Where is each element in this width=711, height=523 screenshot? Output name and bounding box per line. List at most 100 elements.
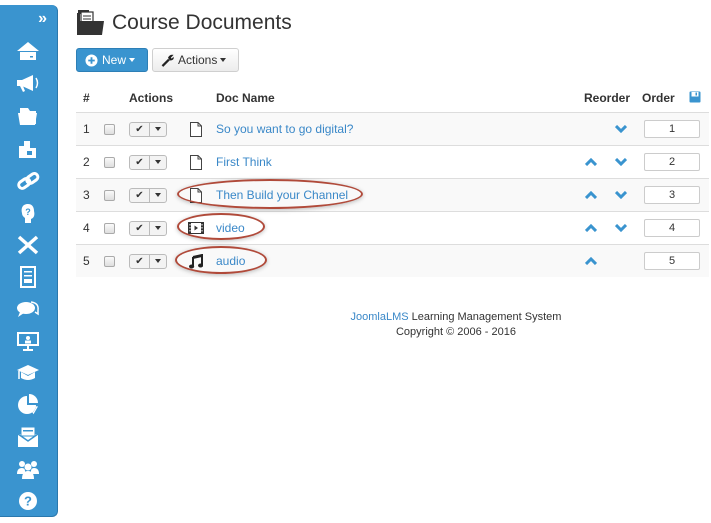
caret-down-icon — [155, 226, 161, 230]
row-select-checkbox[interactable] — [104, 123, 115, 135]
footer: JoomlaLMS Learning Management System Cop… — [300, 310, 612, 340]
mail-icon — [17, 426, 39, 447]
music-note-icon — [189, 253, 203, 268]
move-up-button[interactable] — [585, 212, 597, 244]
row-number: 4 — [83, 221, 90, 235]
document-icon — [190, 187, 202, 203]
doc-name-link[interactable]: First Think — [216, 155, 272, 169]
save-order-icon[interactable] — [689, 91, 701, 103]
column-header-doc-name[interactable]: Doc Name — [216, 91, 275, 105]
column-header-number: # — [83, 91, 90, 105]
sidebar-item-help[interactable]: ? — [15, 489, 41, 513]
footer-line-1: JoomlaLMS Learning Management System — [300, 310, 612, 325]
doc-type-icon — [187, 179, 205, 211]
sidebar-item-learning-paths[interactable] — [15, 137, 41, 161]
table-header: # Actions Doc Name Reorder Order — [76, 85, 709, 112]
row-actions-dropdown-button[interactable] — [150, 156, 166, 169]
move-down-button[interactable] — [615, 146, 627, 178]
move-up-button[interactable] — [585, 146, 597, 178]
publish-toggle-button[interactable]: ✔ — [130, 122, 150, 136]
row-select-checkbox[interactable] — [104, 255, 115, 267]
row-actions-split-button: ✔ — [129, 121, 167, 137]
sidebar-item-quizzes[interactable]: ? — [15, 201, 41, 225]
caret-down-icon — [155, 193, 161, 197]
order-input[interactable] — [644, 252, 700, 270]
plus-circle-icon — [85, 53, 98, 67]
sidebar-item-announcements[interactable] — [15, 71, 41, 95]
row-select-checkbox[interactable] — [104, 189, 115, 201]
row-actions-split-button: ✔ — [129, 187, 167, 203]
row-select-checkbox[interactable] — [104, 222, 115, 234]
move-up-button[interactable] — [585, 245, 597, 277]
order-input[interactable] — [644, 186, 700, 204]
chat-icon — [17, 301, 39, 317]
actions-button[interactable]: Actions — [152, 48, 239, 72]
order-input[interactable] — [644, 153, 700, 171]
publish-toggle-button[interactable]: ✔ — [130, 155, 150, 169]
doc-type-icon — [187, 212, 205, 244]
row-actions-dropdown-button[interactable] — [150, 189, 166, 202]
sidebar-item-links[interactable] — [15, 169, 41, 193]
page-title: Course Documents — [112, 11, 292, 34]
new-button[interactable]: New — [76, 48, 148, 72]
users-icon — [17, 461, 39, 479]
sidebar-item-chat[interactable] — [15, 297, 41, 321]
sidebar-item-conference[interactable] — [15, 329, 41, 353]
footer-product-text: Learning Management System — [408, 311, 562, 323]
new-button-label: New — [102, 53, 127, 67]
sidebar-item-reports[interactable] — [15, 393, 41, 417]
caret-down-icon — [155, 160, 161, 164]
row-actions-dropdown-button[interactable] — [150, 222, 166, 235]
column-header-actions: Actions — [129, 91, 174, 105]
order-input[interactable] — [644, 219, 700, 237]
sidebar-item-mailbox[interactable] — [15, 425, 41, 449]
move-down-button[interactable] — [615, 212, 627, 244]
sidebar-item-gradebook[interactable] — [15, 265, 41, 289]
caret-down-icon — [155, 127, 161, 131]
chevron-up-icon — [585, 191, 597, 199]
document-icon — [190, 121, 202, 137]
row-actions-dropdown-button[interactable] — [150, 255, 166, 268]
graduation-cap-icon — [17, 365, 39, 380]
chevron-up-icon — [585, 224, 597, 232]
sidebar-item-documents[interactable] — [15, 104, 41, 128]
sidebar: » ? ? — [0, 5, 58, 517]
folder-icon — [18, 108, 37, 125]
joomlalms-link[interactable]: JoomlaLMS — [351, 311, 409, 323]
page-header: Course Documents — [76, 8, 292, 38]
doc-type-icon — [187, 113, 205, 145]
row-actions-dropdown-button[interactable] — [150, 123, 166, 136]
table-row: 4 ✔ video — [76, 211, 709, 244]
megaphone-icon — [17, 75, 39, 92]
home-icon — [17, 42, 39, 60]
puzzle-icon — [19, 141, 36, 158]
doc-name-link[interactable]: audio — [216, 254, 245, 268]
footer-copyright: Copyright © 2006 - 2016 — [395, 326, 516, 338]
row-actions-split-button: ✔ — [129, 154, 167, 170]
caret-down-icon — [129, 58, 136, 62]
publish-toggle-button[interactable]: ✔ — [130, 221, 150, 235]
actions-button-label: Actions — [178, 53, 218, 67]
move-down-button[interactable] — [615, 113, 627, 145]
sidebar-item-users[interactable] — [15, 457, 41, 481]
sidebar-item-courses[interactable] — [15, 361, 41, 385]
publish-toggle-button[interactable]: ✔ — [130, 188, 150, 202]
sidebar-item-home[interactable] — [15, 39, 41, 63]
row-number: 1 — [83, 122, 90, 136]
row-actions-split-button: ✔ — [129, 253, 167, 269]
row-actions-split-button: ✔ — [129, 220, 167, 236]
move-down-button[interactable] — [615, 179, 627, 211]
doc-type-icon — [187, 146, 205, 178]
publish-toggle-button[interactable]: ✔ — [130, 254, 150, 268]
row-select-checkbox[interactable] — [104, 156, 115, 168]
doc-name-link[interactable]: Then Build your Channel — [216, 188, 348, 202]
sidebar-toggle-button[interactable]: » — [38, 11, 47, 27]
table-row: 1 ✔ So you want to go digital? — [76, 112, 709, 145]
order-input[interactable] — [644, 120, 700, 138]
move-up-button[interactable] — [585, 179, 597, 211]
sidebar-item-tools[interactable] — [15, 233, 41, 257]
doc-name-link[interactable]: So you want to go digital? — [216, 122, 353, 136]
doc-name-link[interactable]: video — [216, 221, 245, 235]
row-number: 5 — [83, 254, 90, 268]
pencil-ruler-icon — [17, 235, 39, 255]
